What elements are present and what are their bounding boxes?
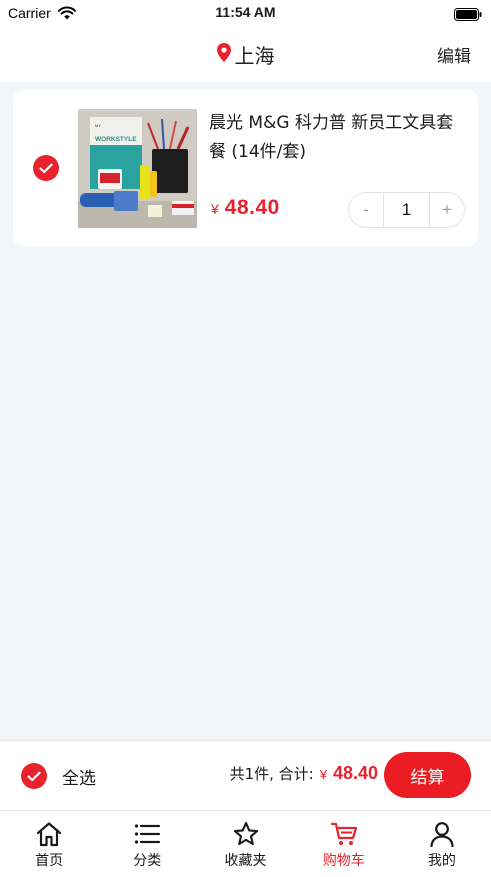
product-title[interactable]: 晨光 M&G 科力普 新员工文具套餐 (14件/套): [209, 109, 465, 167]
total-value: 48.40: [332, 763, 378, 783]
battery-icon: [454, 6, 482, 25]
quantity-value[interactable]: 1: [383, 193, 430, 227]
tab-label: 购物车: [322, 853, 365, 869]
select-all-checkbox[interactable]: [21, 763, 47, 789]
checkout-button[interactable]: 结算: [384, 752, 471, 798]
tab-cart[interactable]: 购物车: [295, 811, 393, 877]
nav-bar: 上海 编辑: [0, 26, 491, 82]
checkmark-icon: [39, 163, 53, 173]
tab-label: 首页: [35, 853, 64, 869]
star-icon: [233, 821, 258, 846]
clock-time: 11:54 AM: [215, 4, 276, 20]
edit-button[interactable]: 编辑: [437, 42, 471, 67]
price-value: 48.40: [224, 196, 280, 219]
tab-label: 收藏夹: [224, 853, 267, 869]
tab-profile[interactable]: 我的: [393, 811, 491, 877]
tab-favorites[interactable]: 收藏夹: [196, 811, 294, 877]
select-all-label[interactable]: 全选: [62, 764, 96, 789]
product-price: ¥ 48.40: [211, 196, 280, 220]
city-label: 上海: [234, 43, 275, 68]
total-currency: ¥: [319, 767, 327, 782]
cart-item-card: MY WORKSTYLE 晨光 M&G 科力普 新员工文具套餐 (14件/套) …: [13, 89, 478, 247]
tab-bar: 首页 分类 收藏夹 购物车 我的: [0, 810, 491, 877]
item-select-checkbox[interactable]: [33, 155, 59, 181]
home-icon: [36, 822, 62, 847]
product-image-text: WORKSTYLE: [95, 136, 137, 143]
tab-label: 我的: [427, 853, 456, 869]
cart-icon: [330, 822, 357, 845]
tab-home[interactable]: 首页: [0, 811, 98, 877]
location-pin-icon: [216, 42, 231, 66]
tab-category[interactable]: 分类: [98, 811, 196, 877]
location-selector[interactable]: 上海: [0, 26, 491, 82]
status-bar: Carrier 11:54 AM: [0, 0, 491, 26]
user-icon: [430, 822, 454, 847]
checkmark-icon: [27, 771, 41, 781]
price-currency: ¥: [211, 201, 219, 217]
product-image[interactable]: MY WORKSTYLE: [78, 109, 197, 228]
decrement-button[interactable]: -: [349, 193, 383, 227]
svg-text:MY: MY: [95, 123, 101, 128]
total-summary: 共1件, 合计: ¥ 48.40: [230, 763, 378, 784]
tab-label: 分类: [133, 853, 162, 869]
list-icon: [135, 824, 161, 844]
increment-button[interactable]: +: [430, 193, 464, 227]
total-label: 共1件, 合计:: [229, 765, 314, 783]
quantity-stepper: - 1 +: [348, 192, 465, 228]
checkout-summary-bar: 全选 共1件, 合计: ¥ 48.40 结算: [0, 740, 491, 810]
